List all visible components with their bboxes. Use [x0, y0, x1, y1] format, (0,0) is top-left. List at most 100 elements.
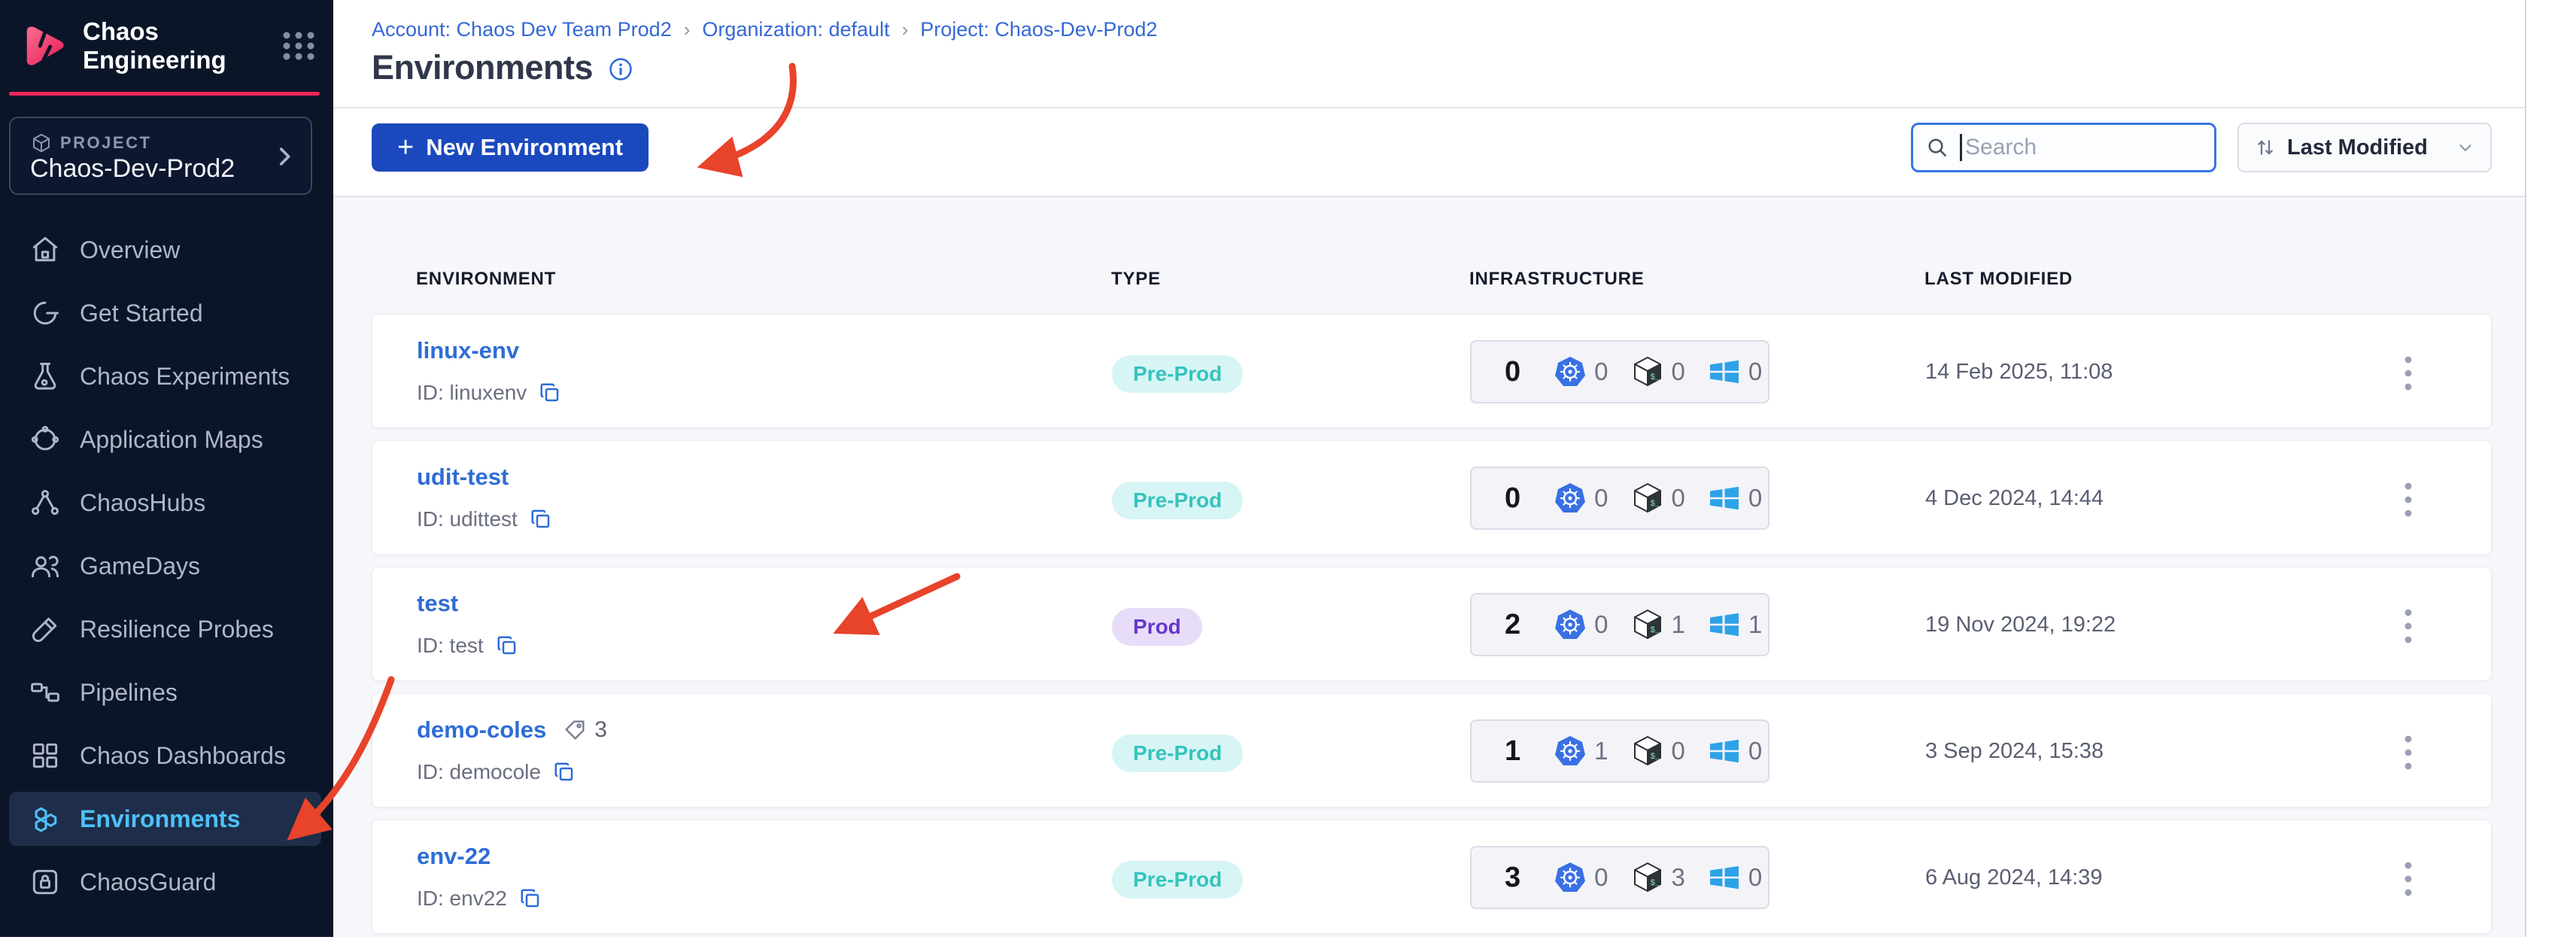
toolbar: + New Environment Search Last Modified [333, 108, 2525, 196]
infra-total-count: 3 [1505, 861, 1521, 893]
column-header-environment: ENVIRONMENT [416, 269, 557, 289]
new-environment-button[interactable]: + New Environment [372, 123, 649, 172]
table-row[interactable]: test ID: test Prod 2 0 $_ 1 1 19 Nov 2024… [372, 567, 2492, 681]
project-selector[interactable]: PROJECT Chaos-Dev-Prod2 [9, 117, 312, 195]
windows-count: 0 [1748, 357, 1763, 385]
dashboard-icon [29, 739, 62, 772]
environment-name-link[interactable]: test [417, 590, 458, 617]
scrollbar-gutter[interactable] [2525, 0, 2576, 937]
sidebar-item-chaoshubs[interactable]: ChaosHubs [9, 476, 321, 530]
chaos-engineering-logo-icon [26, 26, 64, 65]
infra-total-count: 0 [1505, 355, 1521, 388]
table-row[interactable]: env-22 ID: env22 Pre-Prod 3 0 $_ 3 0 6 Au… [372, 820, 2492, 934]
breadcrumb-account-link[interactable]: Account: Chaos Dev Team Prod2 [372, 18, 672, 41]
page-title: Environments [372, 48, 594, 87]
copy-icon[interactable] [539, 382, 561, 404]
environment-id: ID: democole [417, 760, 541, 783]
linux-count: 0 [1671, 357, 1685, 385]
kubernetes-count: 0 [1594, 357, 1608, 385]
table-row[interactable]: demo-coles 3 ID: democole Pre-Prod 1 1 $… [372, 693, 2492, 808]
sidebar-item-label: Chaos Dashboards [80, 741, 286, 769]
infrastructure-summary: 2 0 $_ 1 1 [1470, 593, 1769, 656]
sidebar-item-get-started[interactable]: Get Started [9, 286, 321, 340]
breadcrumb-project-link[interactable]: Project: Chaos-Dev-Prod2 [920, 18, 1157, 41]
type-badge: Pre-Prod [1112, 861, 1244, 899]
project-name: Chaos-Dev-Prod2 [30, 154, 235, 183]
row-menu-button[interactable] [2393, 605, 2423, 647]
linux-host-icon: $_ [1633, 862, 1661, 892]
chevron-separator-icon: › [683, 18, 691, 41]
sidebar-item-pipelines[interactable]: Pipelines [9, 665, 321, 719]
windows-count: 0 [1748, 737, 1763, 765]
linux-count: 3 [1671, 863, 1685, 891]
environment-name-link[interactable]: demo-coles [417, 716, 546, 744]
row-menu-button[interactable] [2393, 732, 2423, 774]
type-badge: Pre-Prod [1112, 355, 1244, 393]
sidebar-item-chaos-experiments[interactable]: Chaos Experiments [9, 349, 321, 403]
tags-indicator: 3 [563, 717, 607, 743]
breadcrumb-organization-link[interactable]: Organization: default [702, 18, 889, 41]
svg-text:$_: $_ [1650, 753, 1660, 762]
row-menu-button[interactable] [2393, 479, 2423, 521]
environment-name-link[interactable]: linux-env [417, 337, 519, 364]
new-environment-button-label: New Environment [426, 134, 624, 160]
chevron-down-icon [2459, 144, 2471, 151]
row-menu-button[interactable] [2393, 858, 2423, 900]
module-grid-icon[interactable] [279, 26, 318, 65]
sidebar-item-chaosguard[interactable]: ChaosGuard [9, 855, 321, 909]
search-placeholder: Search [1965, 135, 2037, 160]
hexagons-icon [29, 802, 62, 835]
brand-title: Chaos Engineering [83, 17, 226, 74]
brand-accent-divider [9, 92, 320, 96]
sidebar-nav: Overview Get Started Chaos Experiments A… [9, 223, 321, 918]
sidebar: Chaos Engineering PROJECT Chaos-Dev-Prod… [0, 0, 333, 937]
tag-icon [565, 720, 585, 740]
lock-icon [29, 865, 62, 899]
sidebar-item-label: Chaos Experiments [80, 362, 290, 390]
environment-id: ID: udittest [417, 507, 518, 531]
environments-table: ENVIRONMENT TYPE INFRASTRUCTURE LAST MOD… [333, 196, 2525, 937]
windows-count: 0 [1748, 484, 1763, 512]
windows-icon [1709, 739, 1739, 763]
brand-header: Chaos Engineering [21, 17, 318, 74]
project-cube-icon [33, 133, 50, 153]
sidebar-item-label: GameDays [80, 552, 201, 579]
sidebar-item-gamedays[interactable]: GameDays [9, 539, 321, 593]
svg-text:$_: $_ [1650, 500, 1660, 509]
copy-icon[interactable] [519, 887, 542, 910]
last-modified-date: 14 Feb 2025, 11:08 [1925, 360, 2113, 384]
copy-icon[interactable] [553, 761, 576, 783]
table-row[interactable]: udit-test ID: udittest Pre-Prod 0 0 $_ 0 … [372, 440, 2492, 555]
linux-count: 0 [1671, 484, 1685, 512]
type-badge: Pre-Prod [1112, 735, 1244, 772]
copy-icon[interactable] [496, 634, 518, 657]
type-badge: Pre-Prod [1112, 482, 1244, 519]
last-modified-date: 6 Aug 2024, 14:39 [1925, 865, 2103, 890]
linux-count: 1 [1671, 610, 1685, 638]
last-modified-date: 3 Sep 2024, 15:38 [1925, 739, 2104, 763]
svg-text:$_: $_ [1650, 373, 1660, 382]
linux-count: 0 [1671, 737, 1685, 765]
main-area: Account: Chaos Dev Team Prod2 › Organiza… [333, 0, 2525, 937]
infrastructure-summary: 0 0 $_ 0 0 [1470, 340, 1769, 403]
info-icon[interactable] [608, 56, 633, 82]
sidebar-item-overview[interactable]: Overview [9, 223, 321, 277]
column-header-infrastructure: INFRASTRUCTURE [1469, 269, 1645, 289]
environment-name-link[interactable]: env-22 [417, 843, 491, 870]
breadcrumb: Account: Chaos Dev Team Prod2 › Organiza… [372, 18, 1157, 41]
sidebar-item-environments[interactable]: Environments [9, 792, 321, 846]
row-menu-button[interactable] [2393, 352, 2423, 394]
infrastructure-summary: 3 0 $_ 3 0 [1470, 846, 1769, 909]
sort-dropdown[interactable]: Last Modified [2237, 123, 2492, 172]
sort-selected-value: Last Modified [2287, 135, 2428, 160]
table-row[interactable]: linux-env ID: linuxenv Pre-Prod 0 0 $_ 0 … [372, 314, 2492, 428]
copy-icon[interactable] [530, 508, 552, 531]
environment-name-link[interactable]: udit-test [417, 464, 509, 491]
sidebar-item-chaos-dashboards[interactable]: Chaos Dashboards [9, 729, 321, 783]
sidebar-item-application-maps[interactable]: Application Maps [9, 412, 321, 467]
type-badge: Prod [1112, 608, 1202, 646]
sidebar-item-label: Environments [80, 805, 241, 832]
sidebar-item-resilience-probes[interactable]: Resilience Probes [9, 602, 321, 656]
pipeline-icon [29, 676, 62, 709]
search-input[interactable]: Search [1911, 123, 2216, 172]
